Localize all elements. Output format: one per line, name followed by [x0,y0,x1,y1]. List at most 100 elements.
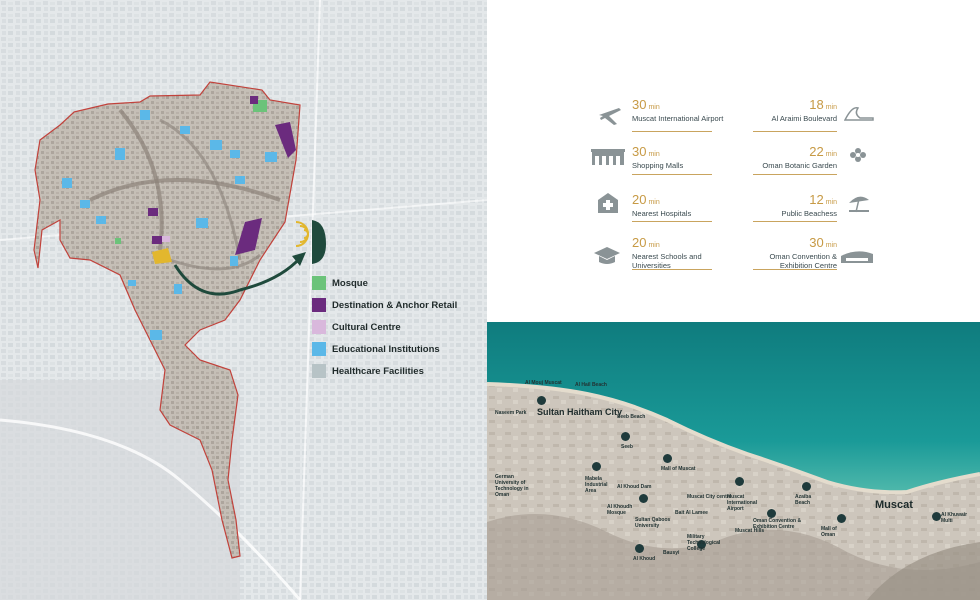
district-label: Sultan Haitham City [537,407,623,417]
legend-label: Educational Institutions [332,343,440,355]
minutes-value: 18 [809,97,824,112]
place-pin [621,432,630,441]
place-label: Mall of Muscat [661,466,696,472]
legend-label: Healthcare Facilities [332,365,424,377]
divider [632,221,712,222]
travel-times-panel: 30 min Muscat International Airport 30 min… [487,0,980,322]
time-item-boulevard: 18 min Al Araimi Boulevard [727,96,837,123]
minutes-unit: min [825,151,837,158]
time-item-beaches: 12 min Public Beachess [727,191,837,218]
divider [632,174,712,175]
minutes-value: 12 [809,192,824,207]
legend-label: Destination & Anchor Retail [332,299,458,311]
divider [753,269,837,270]
airplane-icon [599,108,621,125]
place-label: Sultan Qaboos University [635,517,671,529]
legend-swatch [312,298,326,312]
place-pin [663,454,672,463]
place-pin [639,494,648,503]
destination-label: Nearest Schools and Universities [632,252,702,270]
legend-item-healthcare: Healthcare Facilities [312,360,457,382]
minutes-unit: min [648,151,660,158]
destination-label: Public Beachess [781,209,837,218]
flower-icon [850,148,866,162]
place-label: Al Mouj Muscat [525,380,562,386]
place-label: German University of Technology in Oman [495,474,529,498]
minutes-value: 20 [632,192,647,207]
place-label: Mall of Oman [821,526,837,538]
legend: Mosque Destination & Anchor Retail Cultu… [312,272,457,382]
place-label: Al Khoud Dam [617,484,652,490]
time-item-botanic: 22 min Oman Botanic Garden [727,143,837,170]
place-label: Muscat Hills [735,528,765,534]
wave-icon [844,107,874,121]
minutes-unit: min [825,104,837,111]
legend-item-mosque: Mosque [312,272,457,294]
coastal-aerial-graphic [487,322,980,600]
retail-marker [250,96,258,104]
legend-swatch [312,364,326,378]
time-item-convention: 30 min Oman Convention & Exhibition Centr… [727,234,837,270]
legend-swatch [312,320,326,334]
legend-label: Cultural Centre [332,321,401,333]
place-label: Azaiba Beach [795,494,812,506]
place-label: Al Khoud [633,556,656,562]
city-label: Muscat [875,499,913,511]
legend-label: Mosque [332,277,368,289]
minutes-unit: min [648,104,660,111]
minutes-value: 22 [809,144,824,159]
beach-umbrella-icon [849,196,869,213]
destination-label: Oman Convention & Exhibition Centre [769,252,837,270]
coastal-aerial-map: Sultan Haitham City Muscat Al Mouj Musca… [487,322,980,600]
legend-item-educational: Educational Institutions [312,338,457,360]
place-pin [537,396,546,405]
place-label: Military Technological College [687,534,721,552]
place-pin [932,512,941,521]
place-label: Muscat City centre [687,494,732,500]
retail-marker [152,236,162,244]
convention-centre-icon [841,251,873,263]
divider [753,221,837,222]
place-pin [735,477,744,486]
place-label: Seeb Beach [617,414,646,420]
divider [632,131,712,132]
place-label: Al Hail Beach [575,382,607,388]
place-label: Bausyi [663,550,680,556]
place-pin [592,462,601,471]
place-label: Al Khuwair Multi [941,512,968,524]
place-label: Bait Al Lamee [675,510,708,516]
minutes-unit: min [825,242,837,249]
legend-swatch [312,342,326,356]
place-label: Muscat International Airport [727,494,758,512]
legend-swatch [312,276,326,290]
cultural-marker [162,236,170,242]
shopping-mall-icon [591,149,625,165]
place-label: Naseem Park [495,410,527,416]
destination-label: Al Araimi Boulevard [771,114,837,123]
place-pin [767,509,776,518]
minutes-unit: min [648,199,660,206]
minutes-value: 20 [632,235,647,250]
minutes-value: 30 [809,235,824,250]
place-label: Mabela Industrial Area [585,476,608,494]
graduation-cap-icon [594,247,620,264]
minutes-value: 30 [632,144,647,159]
mosque-marker [115,238,121,244]
retail-marker [148,208,158,216]
place-pin [802,482,811,491]
destination-label: Oman Botanic Garden [762,161,837,170]
divider [632,269,712,270]
minutes-value: 30 [632,97,647,112]
divider [753,174,837,175]
place-pin [635,544,644,553]
place-label: Al Khoudh Mosque [607,504,633,516]
hospital-icon [598,193,618,213]
place-pin [837,514,846,523]
legend-item-retail: Destination & Anchor Retail [312,294,457,316]
minutes-unit: min [648,242,660,249]
place-label: Seeb [621,444,633,450]
divider [753,131,837,132]
masterplan-map: Mosque Destination & Anchor Retail Cultu… [0,0,487,600]
legend-item-cultural: Cultural Centre [312,316,457,338]
minutes-unit: min [825,199,837,206]
